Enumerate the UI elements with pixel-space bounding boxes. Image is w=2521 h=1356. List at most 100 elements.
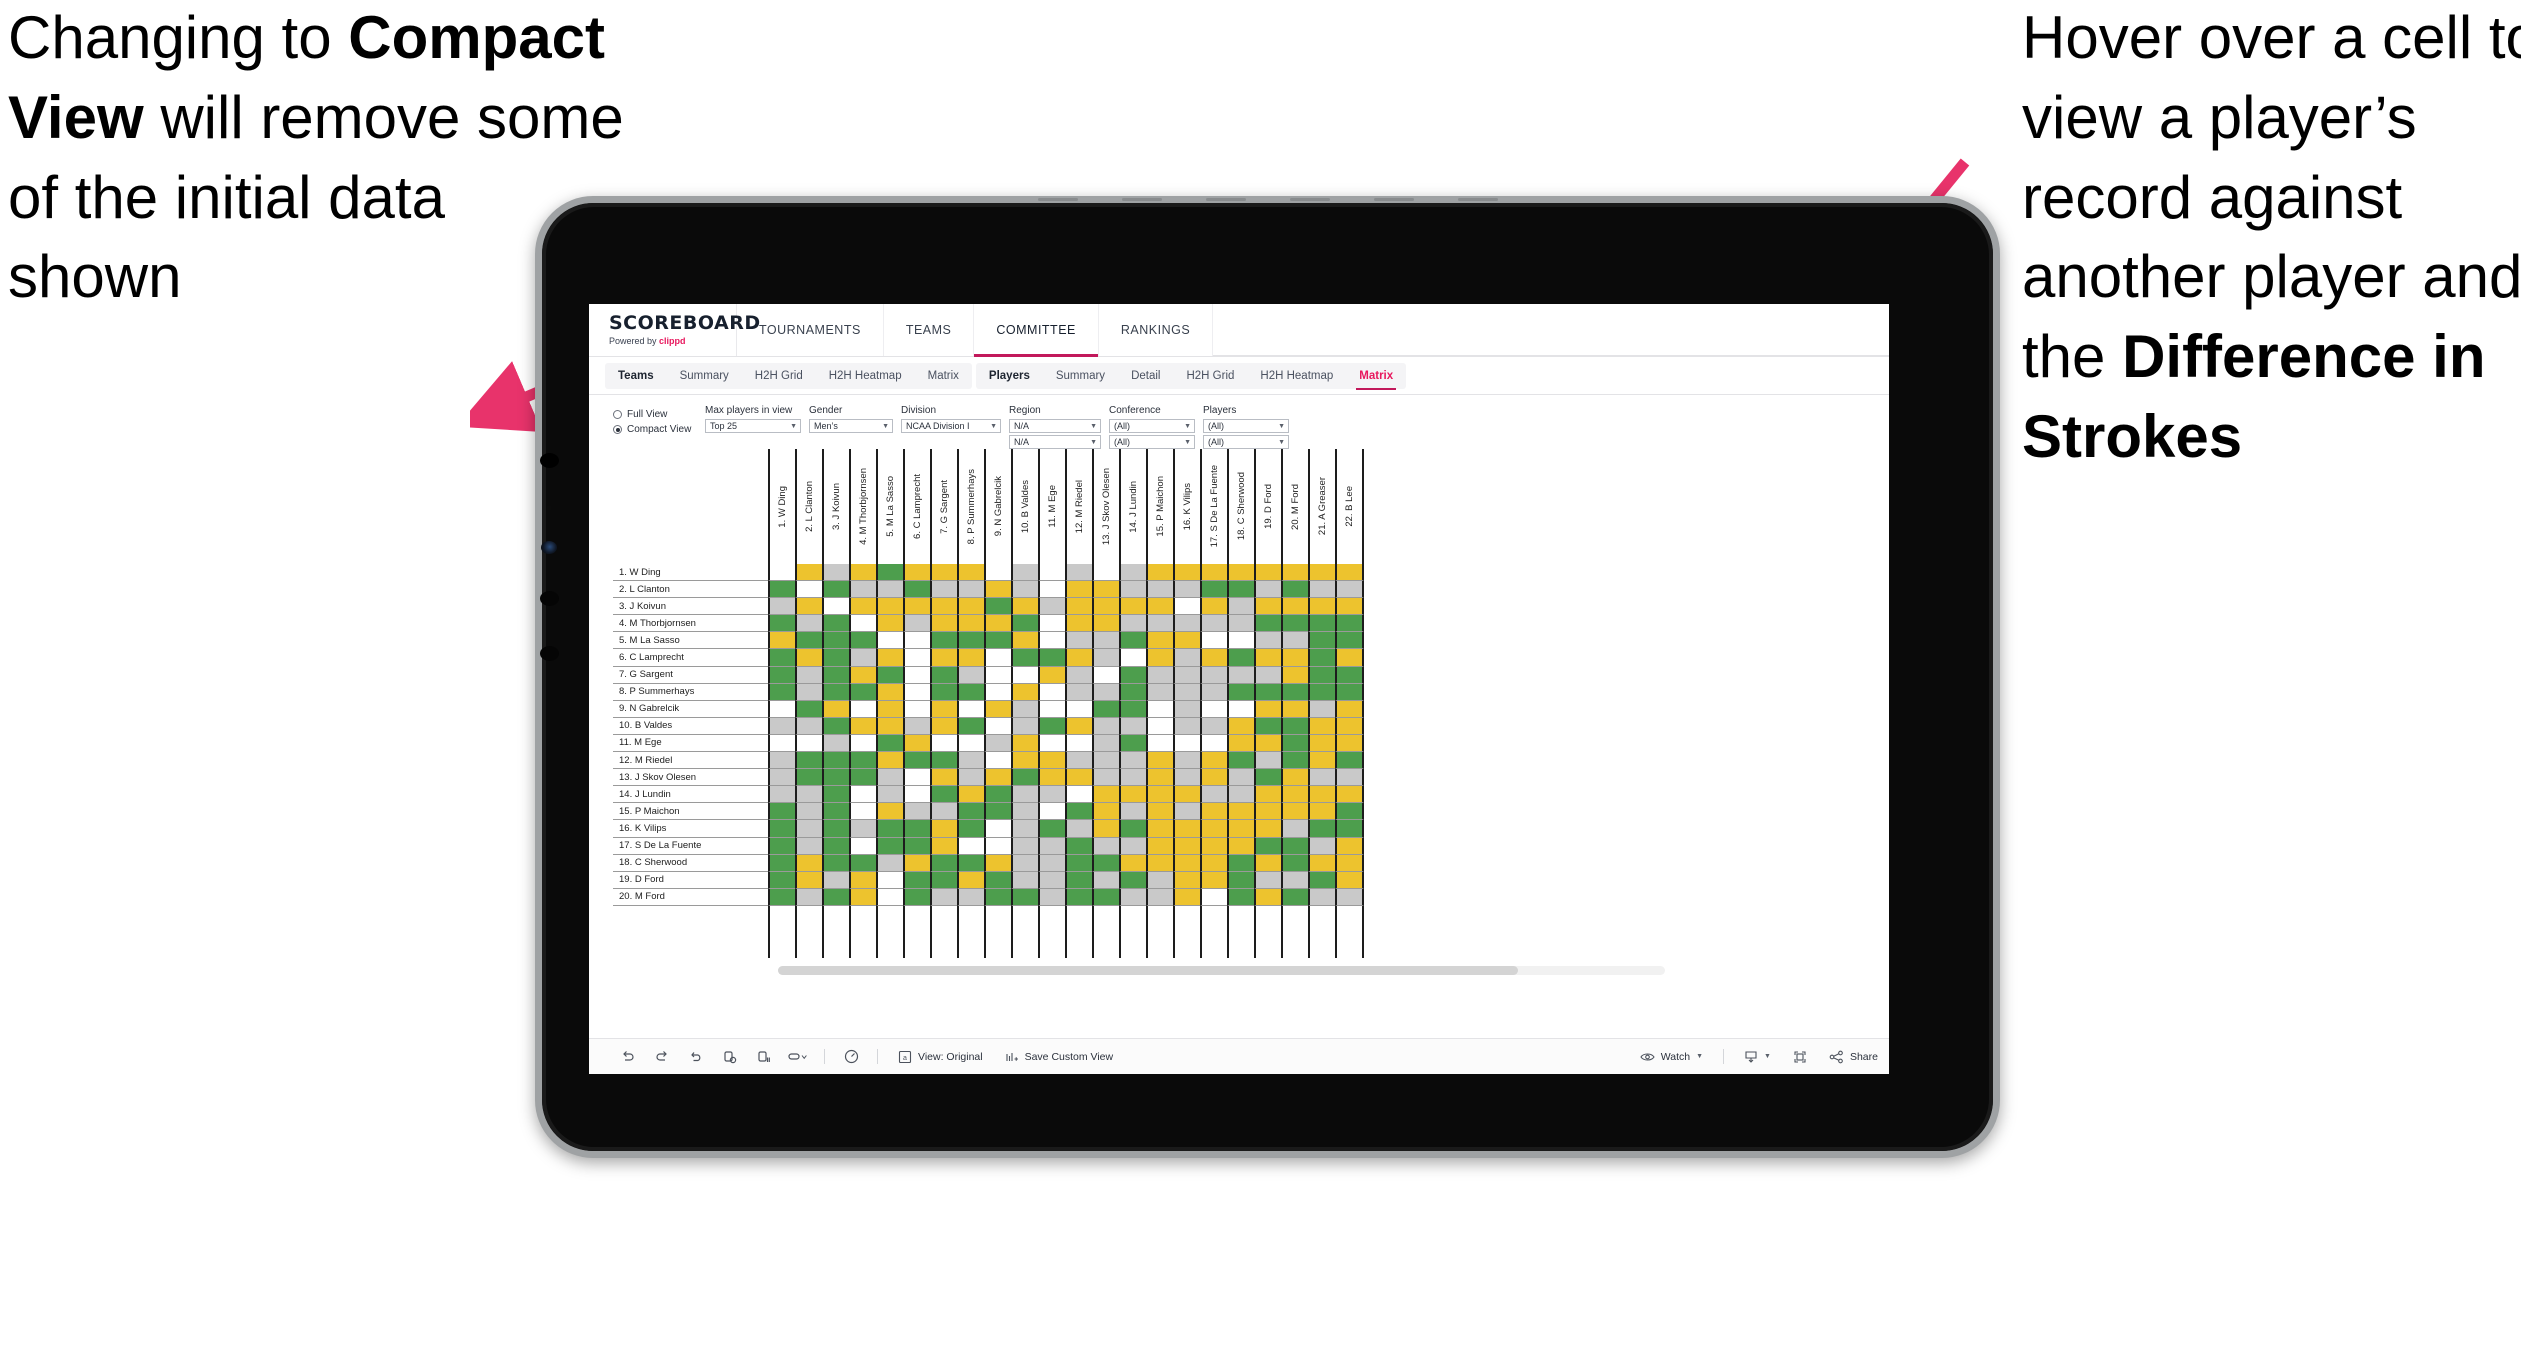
- matrix-cell[interactable]: [1011, 854, 1040, 872]
- matrix-cell[interactable]: [1038, 803, 1067, 821]
- matrix-cell[interactable]: [822, 734, 851, 753]
- matrix-cell[interactable]: [903, 820, 932, 838]
- matrix-cell[interactable]: [1281, 598, 1310, 616]
- matrix-cell[interactable]: [849, 666, 878, 684]
- matrix-cell[interactable]: [768, 854, 797, 872]
- matrix-row-header[interactable]: 17. S De La Fuente: [613, 838, 768, 855]
- matrix-cell[interactable]: [1119, 854, 1148, 872]
- matrix-cell[interactable]: [795, 803, 824, 821]
- matrix-cell[interactable]: [1119, 581, 1148, 599]
- matrix-cell[interactable]: [984, 683, 1013, 701]
- topnav-item-rankings[interactable]: RANKINGS: [1099, 304, 1214, 356]
- matrix-cell[interactable]: [1308, 700, 1337, 718]
- matrix-cell[interactable]: [984, 803, 1013, 821]
- matrix-cell[interactable]: [930, 752, 959, 770]
- matrix-cell[interactable]: [876, 734, 905, 753]
- matrix-cell[interactable]: [876, 615, 905, 633]
- matrix-cell[interactable]: [1065, 717, 1094, 735]
- matrix-cell[interactable]: [1092, 820, 1121, 838]
- matrix-cell[interactable]: [984, 820, 1013, 838]
- matrix-cell[interactable]: [876, 888, 905, 906]
- matrix-cell[interactable]: [822, 752, 851, 770]
- matrix-cell[interactable]: [957, 837, 986, 855]
- matrix-cell[interactable]: [1092, 717, 1121, 735]
- matrix-cell[interactable]: [930, 598, 959, 616]
- matrix-cell[interactable]: [903, 700, 932, 718]
- matrix-cell[interactable]: [1335, 717, 1364, 735]
- matrix-cell[interactable]: [930, 649, 959, 667]
- matrix-row-header[interactable]: 8. P Summerhays: [613, 684, 768, 701]
- matrix-cell[interactable]: [768, 734, 797, 753]
- matrix-cell[interactable]: [1011, 700, 1040, 718]
- matrix-cell[interactable]: [822, 717, 851, 735]
- matrix-cell[interactable]: [1119, 786, 1148, 804]
- matrix-cell[interactable]: [1092, 734, 1121, 753]
- matrix-cell[interactable]: [876, 598, 905, 616]
- matrix-cell[interactable]: [795, 717, 824, 735]
- matrix-cell[interactable]: [822, 581, 851, 599]
- matrix-cell[interactable]: [1308, 632, 1337, 650]
- matrix-cell[interactable]: [1065, 837, 1094, 855]
- performance-icon[interactable]: [834, 1040, 868, 1074]
- matrix-cell[interactable]: [1038, 683, 1067, 701]
- matrix-cell[interactable]: [1335, 888, 1364, 906]
- matrix-cell[interactable]: [1254, 615, 1283, 633]
- matrix-cell[interactable]: [1254, 769, 1283, 787]
- matrix-cell[interactable]: [1092, 615, 1121, 633]
- matrix-cell[interactable]: [1038, 769, 1067, 787]
- matrix-cell[interactable]: [1281, 837, 1310, 855]
- matrix-row-header[interactable]: 14. J Lundin: [613, 786, 768, 804]
- matrix-cell[interactable]: [795, 700, 824, 718]
- matrix-cell[interactable]: [1038, 871, 1067, 889]
- matrix-cell[interactable]: [822, 786, 851, 804]
- matrix-cell[interactable]: [768, 769, 797, 787]
- matrix-cell[interactable]: [1146, 615, 1175, 633]
- matrix-cell[interactable]: [1200, 752, 1229, 770]
- matrix-cell[interactable]: [930, 734, 959, 753]
- matrix-cell[interactable]: [957, 717, 986, 735]
- matrix-cell[interactable]: [984, 837, 1013, 855]
- matrix-cell[interactable]: [1065, 649, 1094, 667]
- matrix-cell[interactable]: [822, 666, 851, 684]
- matrix-cell[interactable]: [1227, 649, 1256, 667]
- matrix-cell[interactable]: [903, 786, 932, 804]
- filter-gender-select[interactable]: Men’s ▼: [809, 419, 893, 433]
- matrix-cell[interactable]: [1200, 786, 1229, 804]
- matrix-cell[interactable]: [903, 717, 932, 735]
- matrix-cell[interactable]: [1092, 666, 1121, 684]
- matrix-cell[interactable]: [1254, 752, 1283, 770]
- matrix-cell[interactable]: [1119, 837, 1148, 855]
- matrix-cell[interactable]: [903, 598, 932, 616]
- matrix-cell[interactable]: [930, 803, 959, 821]
- matrix-cell[interactable]: [903, 769, 932, 787]
- matrix-cell[interactable]: [876, 786, 905, 804]
- matrix-cell[interactable]: [1173, 769, 1202, 787]
- matrix-cell[interactable]: [984, 615, 1013, 633]
- subnav-item-players-detail[interactable]: Detail: [1118, 363, 1173, 389]
- matrix-cell[interactable]: [1254, 666, 1283, 684]
- matrix-cell[interactable]: [903, 837, 932, 855]
- matrix-cell[interactable]: [1065, 615, 1094, 633]
- radio-compact-view[interactable]: Compact View: [613, 422, 705, 437]
- matrix-cell[interactable]: [795, 581, 824, 599]
- matrix-cell[interactable]: [1335, 564, 1364, 582]
- matrix-cell[interactable]: [903, 564, 932, 582]
- matrix-row-header[interactable]: 12. M Riedel: [613, 752, 768, 770]
- matrix-cell[interactable]: [1065, 564, 1094, 582]
- matrix-cell[interactable]: [1200, 854, 1229, 872]
- matrix-cell[interactable]: [795, 649, 824, 667]
- matrix-cell[interactable]: [957, 769, 986, 787]
- matrix-cell[interactable]: [1146, 734, 1175, 753]
- matrix-cell[interactable]: [1227, 888, 1256, 906]
- matrix-cell[interactable]: [1227, 683, 1256, 701]
- matrix-cell[interactable]: [795, 734, 824, 753]
- matrix-cell[interactable]: [1200, 564, 1229, 582]
- matrix-cell[interactable]: [768, 803, 797, 821]
- matrix-cell[interactable]: [1119, 700, 1148, 718]
- matrix-cell[interactable]: [1011, 837, 1040, 855]
- matrix-cell[interactable]: [795, 786, 824, 804]
- matrix-cell[interactable]: [822, 564, 851, 582]
- matrix-cell[interactable]: [1335, 854, 1364, 872]
- matrix-cell[interactable]: [1092, 871, 1121, 889]
- matrix-cell[interactable]: [822, 803, 851, 821]
